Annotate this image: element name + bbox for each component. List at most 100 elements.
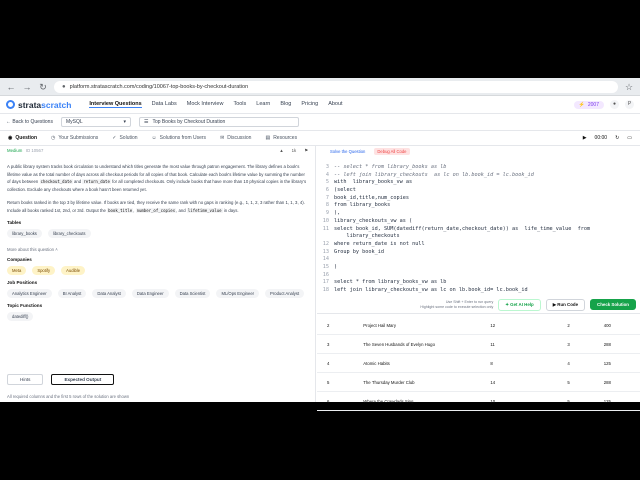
code-editor[interactable]: 3 -- select * from library_books as lb 4 --…	[317, 164, 640, 294]
address-bar[interactable]: ● platform.stratascratch.com/coding/1006…	[54, 80, 618, 93]
line-text: )	[334, 263, 338, 270]
code-line[interactable]: 7 book_id,title,num_copies	[317, 195, 640, 203]
function-chip[interactable]: datediff()	[7, 312, 34, 321]
reset-icon[interactable]: ↻	[615, 135, 619, 141]
tab-discussion-label: Discussion	[227, 135, 252, 141]
position-chip[interactable]: Product Analyst	[265, 289, 305, 298]
expected-output-tab[interactable]: Expected Output	[51, 374, 115, 385]
code-book-title: book_title	[107, 207, 134, 213]
code-line[interactable]: 17 select * from library_books_vw as lb	[317, 279, 640, 287]
back-arrow-icon[interactable]: ←	[6, 82, 16, 92]
table-chip[interactable]: library_checkouts	[47, 229, 91, 238]
line-number: 7	[325, 194, 329, 201]
hints-tab[interactable]: Hints	[7, 374, 44, 385]
tab-question[interactable]: ◉ Question	[8, 135, 37, 141]
code-line[interactable]: 10 library_checkouts_vw as (	[317, 218, 640, 226]
position-chip[interactable]: Data Scientist	[174, 289, 211, 298]
lock-icon: ●	[62, 83, 66, 90]
book-icon: ▤	[265, 135, 271, 141]
code-line[interactable]: 9),	[317, 210, 640, 218]
table-chip[interactable]: library_books	[7, 229, 42, 238]
tab-discussion[interactable]: ✉ Discussion	[220, 135, 251, 141]
company-chip[interactable]: Spotify	[32, 266, 56, 275]
table-cell: 288	[603, 341, 611, 347]
logo[interactable]: strata scratch	[6, 100, 71, 110]
table-cell: Where the Crawdads Sing	[363, 398, 414, 404]
forward-arrow-icon[interactable]: →	[22, 82, 32, 92]
position-chip[interactable]: BI Analyst	[57, 289, 87, 298]
p2-text-b: in days.	[222, 207, 239, 213]
avatar[interactable]: P	[625, 100, 634, 109]
table-cell: The Thursday Murder Club	[363, 379, 415, 385]
code-line[interactable]: 6 (select	[317, 187, 640, 195]
code-line[interactable]: 15)	[317, 264, 640, 272]
nav-learn[interactable]: Learn	[256, 101, 270, 108]
line-text: select book_id, SUM(datediff(return_date…	[334, 225, 591, 232]
dialect-select[interactable]: MySQL ▾	[60, 117, 131, 127]
tab-solution[interactable]: ✓ Solution	[112, 135, 137, 141]
table-cell: 5	[567, 379, 570, 385]
question-paragraph-2: Return books ranked in the top 3 by life…	[7, 199, 308, 214]
code-return-date: return_date	[82, 179, 111, 184]
run-hint-line-2: Highlight some code to execute selection…	[420, 304, 494, 309]
notifications-icon[interactable]: ●	[610, 100, 619, 109]
code-line[interactable]: 8 from library_books	[317, 202, 640, 210]
position-chip[interactable]: Analytics Engineer	[7, 289, 52, 298]
line-number: 10	[322, 217, 329, 224]
play-icon[interactable]: ▶	[583, 135, 587, 141]
nav-tools[interactable]: Tools	[233, 101, 246, 108]
tab-your-submissions[interactable]: ◷ Your Submissions	[51, 135, 98, 141]
position-chip[interactable]: Data Engineer	[131, 289, 169, 298]
pro-badge[interactable]: ⚡ 2007	[573, 100, 604, 109]
nav-about[interactable]: About	[328, 101, 342, 108]
nav-interview-questions[interactable]: Interview Questions	[89, 101, 142, 108]
table-row: 6 Where the Crawdads Sing 10 5 125	[317, 392, 640, 411]
tab-users-label: Solutions from Users	[159, 135, 207, 141]
run-code-button[interactable]: ▶ Run Code	[545, 298, 586, 311]
bookmark-icon[interactable]: ⚑	[304, 148, 308, 154]
code-line[interactable]: 14	[317, 256, 640, 264]
browser-toolbar: ← → ↻ ● platform.stratascratch.com/codin…	[0, 78, 640, 96]
nav-blog[interactable]: Blog	[280, 101, 291, 108]
back-to-questions-link[interactable]: ← Back to Questions	[6, 119, 53, 125]
code-line[interactable]: 13 Group by book_id	[317, 249, 640, 257]
debug-code-button[interactable]: Debug All Code	[374, 147, 410, 155]
get-ai-help-button[interactable]: ✦ Get AI Help	[498, 298, 541, 311]
code-line[interactable]: 12 where return_date is not null	[317, 241, 640, 249]
code-line[interactable]: 11 select book_id, SUM(datediff(return_da…	[317, 226, 640, 234]
nav-pricing[interactable]: Pricing	[301, 101, 318, 108]
more-about-toggle[interactable]: More about this question ˄	[7, 247, 308, 252]
line-number: 13	[322, 248, 329, 255]
code-line[interactable]: 4 -- left join library_checkouts as lc on…	[317, 172, 640, 180]
company-chip[interactable]: Audible	[61, 266, 86, 275]
code-line[interactable]: 18 left join library_checkouts_vw as lc o…	[317, 287, 640, 295]
company-chip[interactable]: Meta	[7, 266, 27, 275]
line-text: where return_date is not null	[334, 240, 425, 247]
question-title-select[interactable]: ☰ Top Books by Checkout Duration	[138, 117, 299, 127]
nav-mock-interview[interactable]: Mock Interview	[187, 101, 224, 108]
tab-solutions-from-users[interactable]: ☺ Solutions from Users	[152, 135, 207, 141]
layout-icon[interactable]: ▭	[627, 135, 632, 141]
position-chip[interactable]: ML/Ops Engineer	[216, 289, 260, 298]
table-row: 3 The Seven Husbands of Evelyn Hugo 11 3 288	[317, 335, 640, 354]
table-cell: Atomic Habits	[363, 360, 390, 366]
line-text: with library_books_vw as	[334, 179, 413, 186]
line-text: -- left join library_checkouts as lc on …	[334, 171, 534, 178]
nav-data-labs[interactable]: Data Labs	[152, 101, 177, 108]
code-line[interactable]: 16	[317, 272, 640, 280]
question-actions: ▲ 1k ⚑	[279, 148, 308, 154]
star-icon[interactable]: ☆	[624, 82, 634, 92]
thumbs-up-icon[interactable]: ▲	[279, 148, 283, 154]
check-solution-button[interactable]: Check Solution	[590, 299, 636, 310]
code-line[interactable]: 3 -- select * from library_books as lb	[317, 164, 640, 172]
code-line[interactable]: 5 with library_books_vw as	[317, 179, 640, 187]
solve-question-button[interactable]: Solve the Question	[327, 148, 368, 155]
code-line[interactable]: library_checkouts	[317, 233, 640, 241]
line-text: book_id,title,num_copies	[334, 194, 409, 201]
reload-icon[interactable]: ↻	[38, 82, 48, 92]
chevron-down-icon: ▾	[123, 119, 126, 125]
companies-heading: Companies	[7, 257, 32, 262]
position-chip[interactable]: Data Analyst	[92, 289, 126, 298]
tables-heading: Tables	[7, 220, 22, 225]
tab-resources[interactable]: ▤ Resources	[265, 135, 297, 141]
